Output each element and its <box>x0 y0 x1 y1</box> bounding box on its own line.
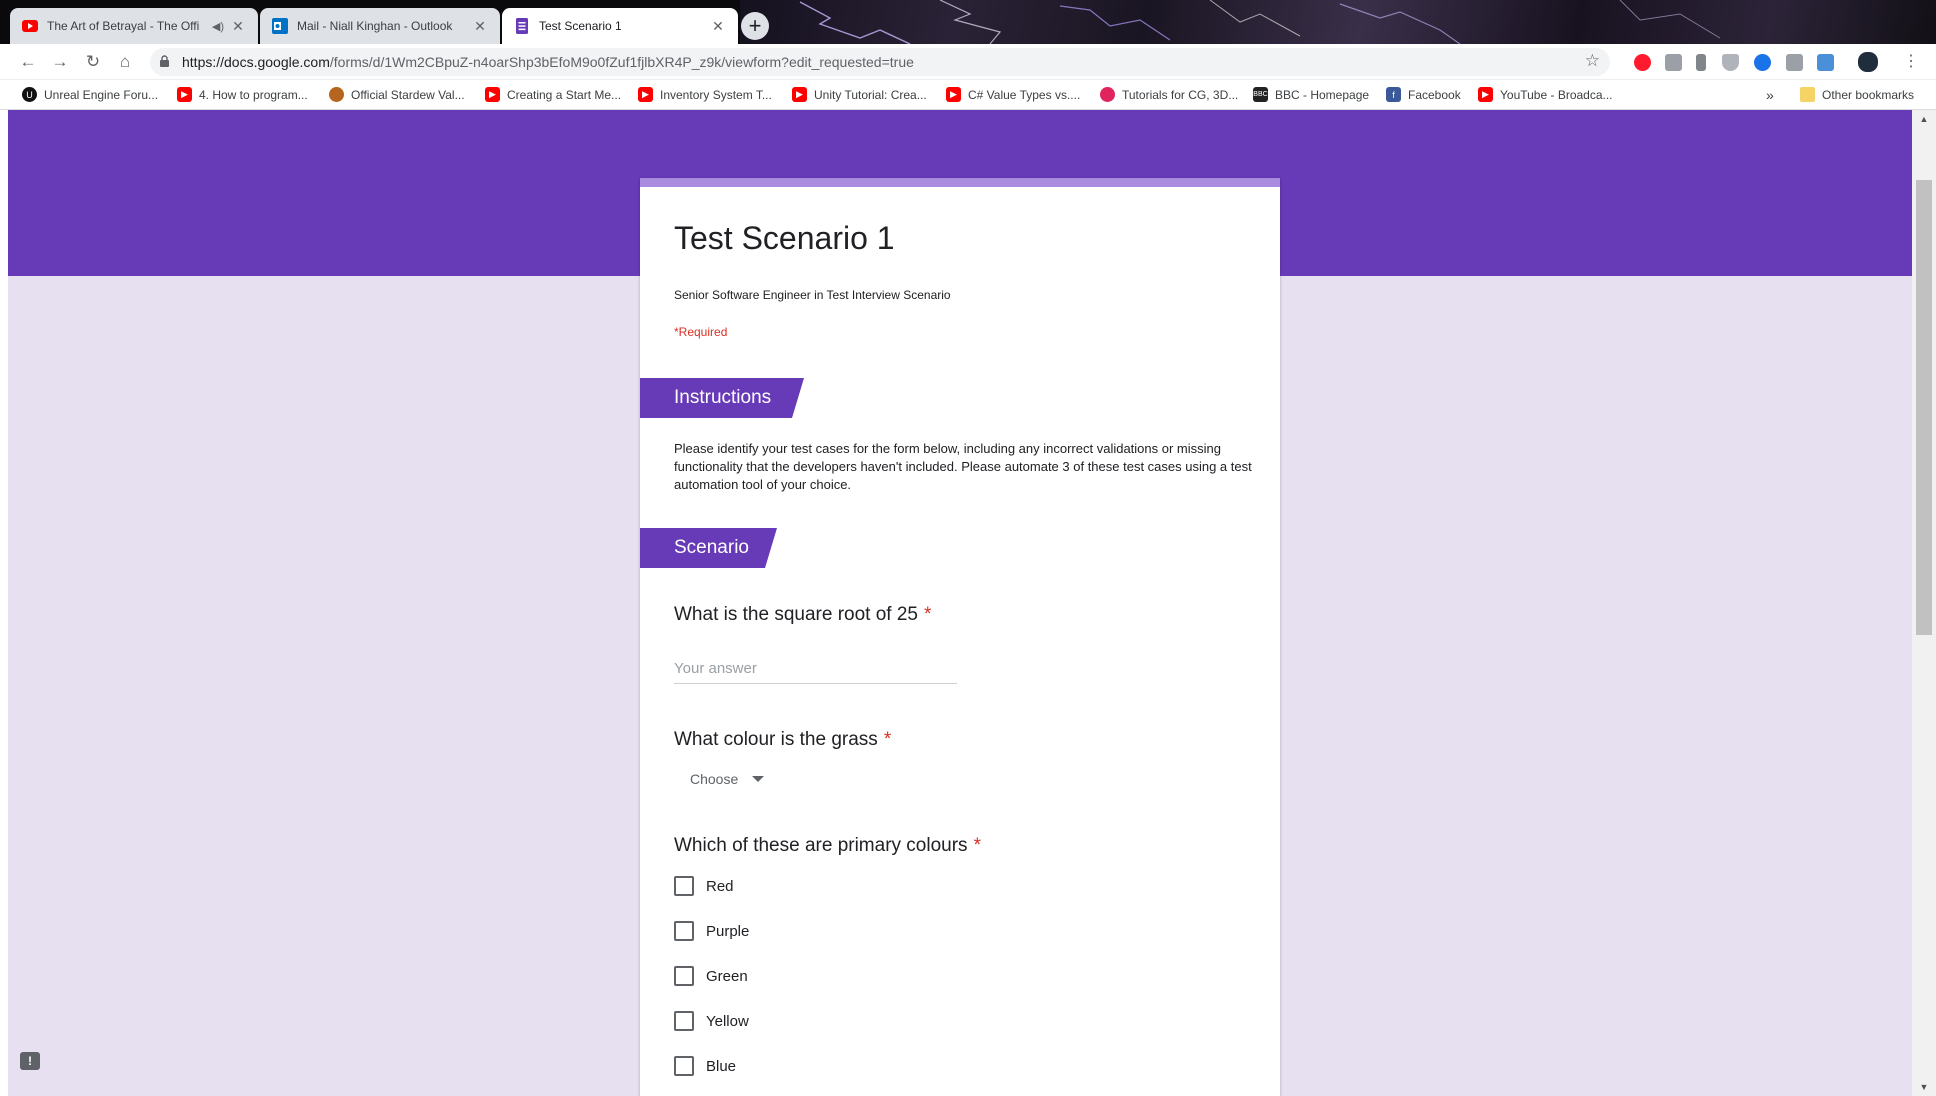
square-root-answer-input[interactable] <box>674 654 957 684</box>
menu-kebab-icon[interactable]: ⋮ <box>1899 50 1923 74</box>
url-path: /forms/d/1Wm2CBpuZ-n4oarShp3bEfoM9o0fZuf… <box>329 54 914 70</box>
tab-youtube[interactable]: The Art of Betrayal - The Offi ◀) ✕ <box>10 8 258 44</box>
tab-outlook[interactable]: Mail - Niall Kinghan - Outlook ✕ <box>260 8 500 44</box>
opera-extension-icon[interactable] <box>1634 54 1651 71</box>
checkbox-option-yellow[interactable]: Yellow <box>674 1009 749 1033</box>
tab-title: The Art of Betrayal - The Offi <box>47 19 200 33</box>
reload-icon[interactable]: ↻ <box>81 50 105 74</box>
youtube-icon: ▶ <box>485 87 500 102</box>
bbc-icon: BBC <box>1253 87 1268 102</box>
url-text: https://docs.google.com/forms/d/1Wm2CBpu… <box>182 54 914 70</box>
checkbox[interactable] <box>674 921 694 941</box>
close-tab-icon[interactable]: ✕ <box>710 18 726 34</box>
scroll-down-arrow-icon[interactable]: ▼ <box>1918 1082 1930 1092</box>
theme-lightning-image <box>740 0 1936 44</box>
bookmark-item[interactable]: ▶ 4. How to program... <box>177 87 308 102</box>
youtube-icon: ▶ <box>1478 87 1493 102</box>
extension-icon[interactable] <box>1754 54 1771 71</box>
dropdown-caret-icon <box>752 776 765 782</box>
checkbox-option-green[interactable]: Green <box>674 964 748 988</box>
bookmark-star-icon[interactable]: ☆ <box>1585 51 1600 71</box>
bookmark-item[interactable]: ▶ C# Value Types vs.... <box>946 87 1080 102</box>
bookmark-item[interactable]: BBC BBC - Homepage <box>1253 87 1369 102</box>
new-tab-button[interactable]: + <box>741 12 769 40</box>
checkbox-option-blue[interactable]: Blue <box>674 1054 736 1078</box>
youtube-icon: ▶ <box>946 87 961 102</box>
required-asterisk: * <box>883 729 892 750</box>
youtube-icon: ▶ <box>177 87 192 102</box>
form-title: Test Scenario 1 <box>674 220 895 256</box>
bookmark-item[interactable]: ▶ Inventory System T... <box>638 87 772 102</box>
more-bookmarks-button[interactable]: » <box>1766 87 1774 103</box>
checkbox[interactable] <box>674 966 694 986</box>
section-header-instructions: Instructions <box>640 378 804 418</box>
extension-icon[interactable] <box>1696 54 1706 71</box>
cgcookie-icon <box>1100 87 1115 102</box>
youtube-icon: ▶ <box>638 87 653 102</box>
instructions-text: Please identify your test cases for the … <box>674 441 1252 492</box>
google-forms-icon <box>514 18 530 34</box>
extension-icon[interactable] <box>1665 54 1682 71</box>
checkbox[interactable] <box>674 876 694 896</box>
lock-icon <box>160 55 169 67</box>
other-bookmarks-folder[interactable]: Other bookmarks <box>1800 87 1914 102</box>
stardew-icon <box>329 87 344 102</box>
bookmark-item[interactable]: ▶ Unity Tutorial: Crea... <box>792 87 927 102</box>
checkbox[interactable] <box>674 1056 694 1076</box>
required-asterisk: * <box>973 835 981 856</box>
audio-playing-icon[interactable]: ◀) <box>212 20 224 33</box>
facebook-icon: f <box>1386 87 1401 102</box>
bookmarks-bar: U Unreal Engine Foru... ▶ 4. How to progra… <box>0 80 1936 110</box>
checkbox[interactable] <box>674 1011 694 1031</box>
report-feedback-icon[interactable]: ! <box>20 1052 40 1070</box>
question-title: Which of these are primary colours * <box>674 835 981 856</box>
tab-strip: The Art of Betrayal - The Offi ◀) ✕ Mail… <box>0 0 1936 44</box>
checkbox-option-red[interactable]: Red <box>674 874 734 898</box>
home-icon[interactable]: ⌂ <box>113 50 137 74</box>
close-tab-icon[interactable]: ✕ <box>230 18 246 34</box>
bookmark-item[interactable]: U Unreal Engine Foru... <box>22 87 158 102</box>
tab-google-form[interactable]: Test Scenario 1 ✕ <box>502 8 738 44</box>
scroll-up-arrow-icon[interactable]: ▲ <box>1918 114 1930 124</box>
required-asterisk: * <box>923 604 932 625</box>
form-card: Test Scenario 1 Senior Software Engineer… <box>640 178 1280 1096</box>
form-description: Senior Software Engineer in Test Intervi… <box>674 288 951 302</box>
required-note: *Required <box>674 325 728 339</box>
section-header-scenario: Scenario <box>640 528 777 568</box>
form-accent-bar <box>640 178 1280 187</box>
question-title: What colour is the grass * <box>674 729 892 750</box>
shield-extension-icon[interactable] <box>1722 54 1739 71</box>
bookmark-item[interactable]: Tutorials for CG, 3D... <box>1100 87 1238 102</box>
forward-arrow-icon[interactable]: → <box>48 50 72 74</box>
url-domain: https://docs.google.com <box>182 54 330 70</box>
profile-avatar[interactable] <box>1858 52 1878 72</box>
bookmark-item[interactable]: ▶ YouTube - Broadca... <box>1478 87 1613 102</box>
youtube-icon: ▶ <box>792 87 807 102</box>
checkbox-option-purple[interactable]: Purple <box>674 919 749 943</box>
bookmark-item[interactable]: f Facebook <box>1386 87 1461 102</box>
extension-icon[interactable] <box>1786 54 1803 71</box>
close-tab-icon[interactable]: ✕ <box>472 18 488 34</box>
dropdown-value: Choose <box>690 771 739 787</box>
tab-title: Mail - Niall Kinghan - Outlook <box>297 19 453 33</box>
youtube-icon <box>22 18 38 34</box>
page-viewport: Test Scenario 1 Senior Software Engineer… <box>8 110 1912 1096</box>
back-arrow-icon[interactable]: ← <box>16 50 40 74</box>
extension-icon[interactable] <box>1817 54 1834 71</box>
address-bar[interactable]: https://docs.google.com/forms/d/1Wm2CBpu… <box>150 48 1610 76</box>
folder-icon <box>1800 87 1815 102</box>
browser-toolbar: ← → ↻ ⌂ https://docs.google.com/forms/d/… <box>0 44 1936 80</box>
question-title: What is the square root of 25 * <box>674 604 932 625</box>
lightning-decoration <box>799 0 1721 44</box>
tab-title: Test Scenario 1 <box>539 19 622 33</box>
outlook-icon <box>272 18 288 34</box>
grass-colour-dropdown[interactable]: Choose <box>678 764 768 794</box>
scrollbar-thumb[interactable] <box>1916 180 1932 635</box>
bookmark-item[interactable]: Official Stardew Val... <box>329 87 465 102</box>
unreal-icon: U <box>22 87 37 102</box>
bookmark-item[interactable]: ▶ Creating a Start Me... <box>485 87 621 102</box>
